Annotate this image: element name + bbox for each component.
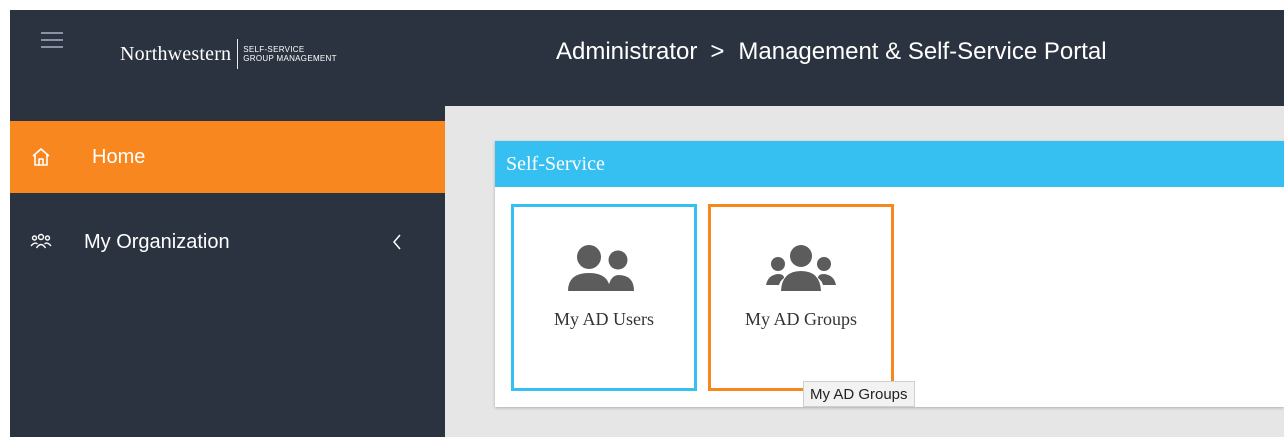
tile-label: My AD Users: [553, 309, 654, 329]
sidebar-item-label: My Organization: [84, 230, 230, 253]
hamburger-menu-icon[interactable]: [41, 32, 63, 52]
tile-my-ad-groups[interactable]: My AD Groups: [708, 204, 894, 391]
people-icon: [30, 233, 52, 249]
logo-subtitle-line2: GROUP MANAGEMENT: [243, 54, 337, 63]
home-icon: [32, 148, 50, 166]
sidebar-item-label: Home: [92, 145, 146, 168]
groups-icon: [766, 245, 836, 291]
logo-divider: [237, 39, 239, 69]
breadcrumb-root[interactable]: Administrator: [556, 38, 697, 65]
tooltip: My AD Groups: [803, 381, 915, 407]
top-bar: Northwestern SELF-SERVICE GROUP MANAGEME…: [10, 10, 1284, 106]
sidebar-item-my-organization[interactable]: My Organization: [10, 206, 445, 278]
logo[interactable]: Northwestern SELF-SERVICE GROUP MANAGEME…: [120, 34, 403, 74]
tile-my-ad-users[interactable]: My AD Users: [511, 204, 697, 391]
logo-subtitle-line1: SELF-SERVICE: [243, 45, 305, 54]
breadcrumb-current: Management & Self-Service Portal: [738, 38, 1107, 65]
chevron-left-icon[interactable]: [390, 232, 404, 252]
breadcrumb: Administrator > Management & Self-Service …: [556, 38, 1107, 66]
self-service-panel: Self-Service My AD Users My AD Groups: [495, 141, 1284, 407]
panel-header: Self-Service: [495, 141, 1284, 187]
users-icon: [568, 245, 634, 291]
logo-name: Northwestern: [120, 42, 232, 65]
breadcrumb-separator: >: [710, 38, 725, 65]
sidebar: Home My Organization: [10, 106, 445, 437]
logo-subtitle: SELF-SERVICE GROUP MANAGEMENT: [243, 45, 403, 63]
app-window: Northwestern SELF-SERVICE GROUP MANAGEME…: [10, 10, 1284, 437]
tile-label: My AD Groups: [744, 309, 857, 329]
sidebar-item-home[interactable]: Home: [10, 121, 445, 193]
